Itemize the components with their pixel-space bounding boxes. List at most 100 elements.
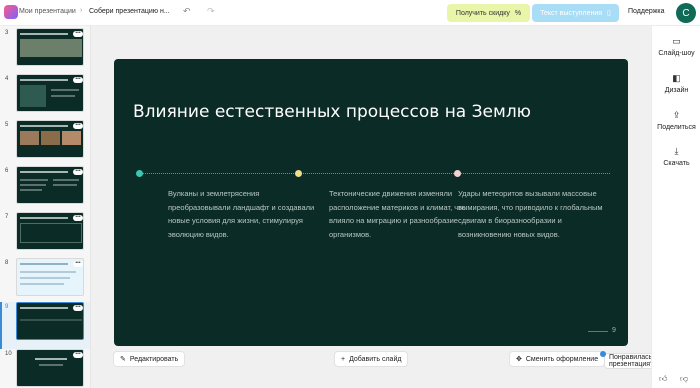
preview-line — [20, 184, 46, 186]
preview-image — [41, 131, 60, 145]
slideshow-button[interactable]: ▭ Слайд-шоу — [652, 36, 700, 57]
preview-title — [20, 33, 68, 35]
percent-icon: % — [514, 9, 522, 17]
slide-number: 3 — [5, 30, 9, 36]
palette-icon: ✥ — [516, 356, 522, 363]
preview-line — [51, 95, 75, 97]
timeline-dot — [295, 170, 302, 177]
download-icon: ⤓ — [674, 146, 679, 156]
app-logo-icon[interactable] — [4, 5, 18, 19]
more-options-icon[interactable]: ••• — [73, 215, 83, 221]
edit-button[interactable]: ✎ Редактировать — [113, 351, 186, 367]
top-bar: Мои презентации › Собери презентацию н..… — [0, 0, 700, 26]
plus-icon: + — [341, 355, 346, 363]
speech-text-label: Текст выступления — [540, 9, 603, 17]
change-design-button[interactable]: ✥ Сменить оформление — [509, 351, 606, 367]
page-number: 9 — [612, 327, 616, 334]
get-discount-label: Получить скидку — [455, 9, 510, 17]
timeline-text[interactable]: Вулканы и землетрясения преобразовывали … — [168, 187, 318, 241]
preview-title — [20, 125, 68, 127]
design-button[interactable]: ◧ Дизайн — [652, 73, 700, 94]
slide-title[interactable]: Влияние естественных процессов на Землю — [133, 102, 531, 122]
slide-number: 10 — [5, 351, 12, 357]
timeline-text[interactable]: Удары метеоритов вызывали массовые вымир… — [458, 187, 608, 241]
slide-number: 8 — [5, 260, 9, 266]
slide-thumbnail[interactable]: 6 ••• — [0, 166, 90, 213]
preview-line — [20, 271, 76, 273]
slide-number: 4 — [5, 76, 9, 82]
slide-number: 9 — [5, 304, 9, 310]
preview-title — [20, 263, 68, 265]
thumbs-down-icon[interactable]: 👎︎ — [680, 374, 688, 384]
timeline-text[interactable]: Тектонические движения изменяли располож… — [329, 187, 479, 241]
speech-text-button[interactable]: Текст выступления ▯ — [532, 4, 619, 22]
slideshow-label: Слайд-шоу — [658, 50, 695, 57]
slide-thumbnail[interactable]: 3 ••• — [0, 28, 90, 75]
slide-thumbnail[interactable]: 7 ••• — [0, 212, 90, 259]
preview-line — [20, 283, 64, 285]
breadcrumb-root[interactable]: Мои презентации — [19, 8, 76, 15]
design-icon: ◧ — [672, 73, 681, 83]
get-discount-button[interactable]: Получить скидку % — [447, 4, 530, 22]
download-label: Скачать — [663, 160, 690, 167]
design-label: Дизайн — [664, 87, 689, 94]
preview-image — [62, 131, 81, 145]
active-indicator — [0, 302, 2, 349]
more-options-icon[interactable]: ••• — [73, 352, 83, 358]
current-slide[interactable]: Влияние естественных процессов на Землю … — [114, 59, 628, 346]
preview-timeline — [20, 319, 82, 321]
preview-chart — [20, 85, 46, 107]
preview-line — [51, 89, 79, 91]
right-toolbar: ▭ Слайд-шоу ◧ Дизайн ⇪ Поделиться ⤓ Скач… — [651, 26, 700, 388]
slide-thumbnail-active[interactable]: 9 ••• — [0, 302, 90, 349]
share-button[interactable]: ⇪ Поделиться — [652, 110, 700, 131]
monitor-icon: ▭ — [672, 36, 681, 46]
slide-thumbnails-panel[interactable]: 3 ••• 4 ••• 5 ••• 6 ••• 7 ••• 8 ••• 9 ••… — [0, 26, 91, 388]
preview-line — [53, 179, 79, 181]
more-options-icon[interactable]: ••• — [73, 305, 83, 311]
notification-dot-icon — [600, 351, 606, 357]
page-number-line — [588, 331, 608, 332]
timeline-dot — [454, 170, 461, 177]
slide-thumbnail[interactable]: 4 ••• — [0, 74, 90, 121]
add-slide-button[interactable]: + Добавить слайд — [334, 351, 409, 367]
preview-title — [20, 217, 68, 219]
change-design-label: Сменить оформление — [525, 355, 599, 363]
pencil-icon: ✎ — [120, 356, 126, 363]
more-options-icon[interactable]: ••• — [73, 77, 83, 83]
preview-line — [53, 184, 77, 186]
download-button[interactable]: ⤓ Скачать — [652, 146, 700, 167]
preview-image — [20, 39, 82, 57]
slide-number: 5 — [5, 122, 9, 128]
preview-title — [20, 171, 68, 173]
slide-thumbnail[interactable]: 5 ••• — [0, 120, 90, 167]
chevron-right-icon: › — [80, 7, 83, 14]
breadcrumb-current[interactable]: Собери презентацию н... — [89, 8, 170, 15]
edit-label: Редактировать — [129, 355, 179, 363]
preview-title — [20, 307, 68, 309]
preview-line — [39, 364, 63, 366]
thumbs-up-icon[interactable]: 👍︎ — [659, 374, 667, 384]
slide-number: 7 — [5, 214, 9, 220]
more-options-icon[interactable]: ••• — [73, 31, 83, 37]
undo-icon[interactable]: ↶ — [183, 6, 191, 17]
preview-table — [20, 223, 82, 243]
redo-icon[interactable]: ↷ — [207, 6, 215, 17]
slide-thumbnail[interactable]: 10 ••• — [0, 349, 90, 388]
add-slide-label: Добавить слайд — [349, 355, 402, 363]
avatar[interactable]: C — [676, 3, 696, 23]
timeline-line — [138, 173, 610, 174]
preview-line — [20, 277, 70, 279]
slide-thumbnail[interactable]: 8 ••• — [0, 258, 90, 305]
timeline-dot — [136, 170, 143, 177]
support-button[interactable]: Поддержка — [628, 8, 665, 15]
preview-line — [20, 189, 42, 191]
document-icon: ▯ — [607, 10, 611, 17]
share-icon: ⇪ — [672, 110, 681, 120]
more-options-icon[interactable]: ••• — [73, 261, 83, 267]
preview-image — [20, 131, 39, 145]
preview-title — [35, 358, 67, 360]
more-options-icon[interactable]: ••• — [73, 169, 83, 175]
preview-title — [20, 79, 68, 81]
more-options-icon[interactable]: ••• — [73, 123, 83, 129]
